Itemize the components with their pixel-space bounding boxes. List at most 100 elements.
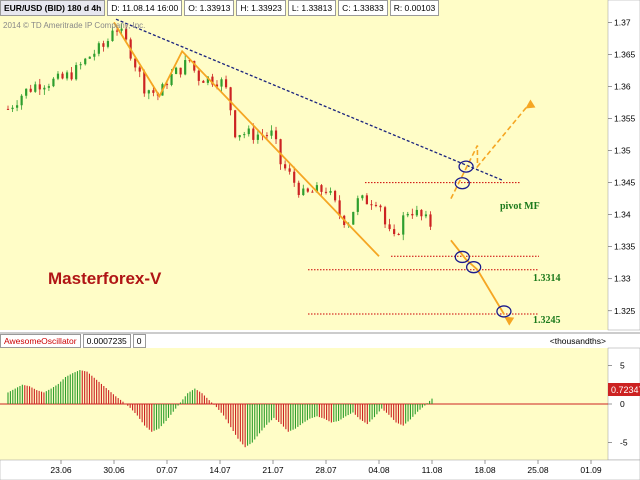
candle-body xyxy=(429,214,432,227)
candle-body xyxy=(243,134,246,136)
pivot-label: pivot MF xyxy=(500,201,540,212)
price-tick-label: 1.37 xyxy=(614,17,631,27)
candle-body xyxy=(15,105,19,108)
candle-body xyxy=(143,71,146,94)
symbol-selector[interactable]: EUR/USD (BID) 180 d 4h xyxy=(0,0,106,16)
candle-body xyxy=(284,164,287,169)
level-2-label: 1.3245 xyxy=(533,315,561,326)
candle-body xyxy=(111,30,114,42)
candle-body xyxy=(333,190,337,201)
candle-body xyxy=(134,58,137,68)
osc-tick-label: -5 xyxy=(620,438,628,448)
candle-body xyxy=(174,67,178,74)
candle-body xyxy=(43,87,46,90)
candle-body xyxy=(365,195,368,205)
candle-body xyxy=(397,233,400,235)
price-tick-label: 1.34 xyxy=(614,210,631,220)
time-tick-label: 04.08 xyxy=(368,465,390,475)
candle-body xyxy=(293,171,296,183)
candle-body xyxy=(220,79,223,87)
candle-body xyxy=(152,90,155,93)
bar-open: O: 1.33913 xyxy=(184,0,235,16)
copyright-text: 2014 © TD Ameritrade IP Company, Inc. xyxy=(3,21,146,30)
candle-body xyxy=(229,87,232,111)
candle-body xyxy=(179,67,182,75)
watermark-text: Masterforex-V xyxy=(48,269,162,288)
candle-body xyxy=(383,207,387,225)
candle-body xyxy=(356,198,359,212)
candle-body xyxy=(115,30,119,32)
candle-body xyxy=(11,107,14,110)
candle-body xyxy=(324,191,328,193)
candle-body xyxy=(247,128,250,135)
candle-body xyxy=(25,88,28,96)
candle-body xyxy=(56,73,60,79)
candle-body xyxy=(147,90,150,94)
price-tick-label: 1.365 xyxy=(614,49,636,59)
candle-body xyxy=(306,188,309,192)
oscillator-header: AwesomeOscillator 0.0007235 0 xyxy=(0,334,148,348)
level-1-label: 1.3314 xyxy=(533,273,561,284)
bar-close: C: 1.33833 xyxy=(338,0,388,16)
bar-date: D: 11.08.14 16:00 xyxy=(107,0,183,16)
candle-body xyxy=(238,135,241,138)
candle-body xyxy=(252,128,255,140)
time-tick-label: 18.08 xyxy=(474,465,496,475)
price-tick-label: 1.345 xyxy=(614,178,636,188)
time-tick-label: 25.08 xyxy=(527,465,549,475)
time-tick-label: 21.07 xyxy=(262,465,284,475)
time-tick-label: 28.07 xyxy=(315,465,337,475)
oscillator-param: 0 xyxy=(132,334,146,348)
candle-body xyxy=(370,204,373,206)
candle-body xyxy=(415,209,418,216)
candle-body xyxy=(374,204,378,206)
candle-body xyxy=(202,80,205,83)
candle-body xyxy=(311,191,314,193)
candle-body xyxy=(125,28,128,40)
candle-body xyxy=(184,60,187,75)
osc-tick-label: 0 xyxy=(620,399,625,409)
candle-body xyxy=(274,130,278,140)
candle-body xyxy=(93,53,96,57)
oscillator-value: 0.0007235 xyxy=(82,334,131,348)
bar-low: L: 1.33813 xyxy=(287,0,337,16)
candle-body xyxy=(75,65,78,80)
candle-body xyxy=(102,43,105,47)
time-tick-label: 11.08 xyxy=(422,465,443,475)
price-tick-label: 1.335 xyxy=(614,242,636,252)
candle-body xyxy=(20,95,23,106)
candle-body xyxy=(424,214,428,217)
candle-body xyxy=(52,78,55,87)
candle-body xyxy=(138,67,141,72)
candle-body xyxy=(393,229,396,234)
price-tick-label: 1.33 xyxy=(614,274,631,284)
time-tick-label: 14.07 xyxy=(209,465,231,475)
price-tick-label: 1.325 xyxy=(614,306,636,316)
candle-body xyxy=(224,79,228,88)
price-tick-label: 1.36 xyxy=(614,81,631,91)
candle-body xyxy=(297,182,300,196)
oscillator-name[interactable]: AwesomeOscillator xyxy=(0,334,81,348)
candle-body xyxy=(197,70,200,81)
price-tick-label: 1.355 xyxy=(614,114,636,124)
candle-body xyxy=(234,110,237,138)
bar-high: H: 1.33923 xyxy=(236,0,286,16)
candle-body xyxy=(406,213,409,216)
candle-body xyxy=(402,215,405,235)
candle-body xyxy=(70,72,73,80)
oscillator-units: <thousandths> xyxy=(549,336,606,346)
candle-body xyxy=(256,134,259,140)
candle-body xyxy=(29,88,32,92)
candle-body xyxy=(61,73,64,79)
info-bar: EUR/USD (BID) 180 d 4h D: 11.08.14 16:00… xyxy=(0,0,441,16)
candle-body xyxy=(420,209,423,217)
candle-body xyxy=(6,108,10,110)
candle-body xyxy=(84,58,87,65)
candle-body xyxy=(106,41,110,47)
candle-body xyxy=(79,64,82,66)
osc-tick-label: 5 xyxy=(620,360,625,370)
candle-body xyxy=(361,195,364,199)
candle-body xyxy=(265,135,269,137)
candle-body xyxy=(388,224,391,230)
time-tick-label: 30.06 xyxy=(103,465,125,475)
